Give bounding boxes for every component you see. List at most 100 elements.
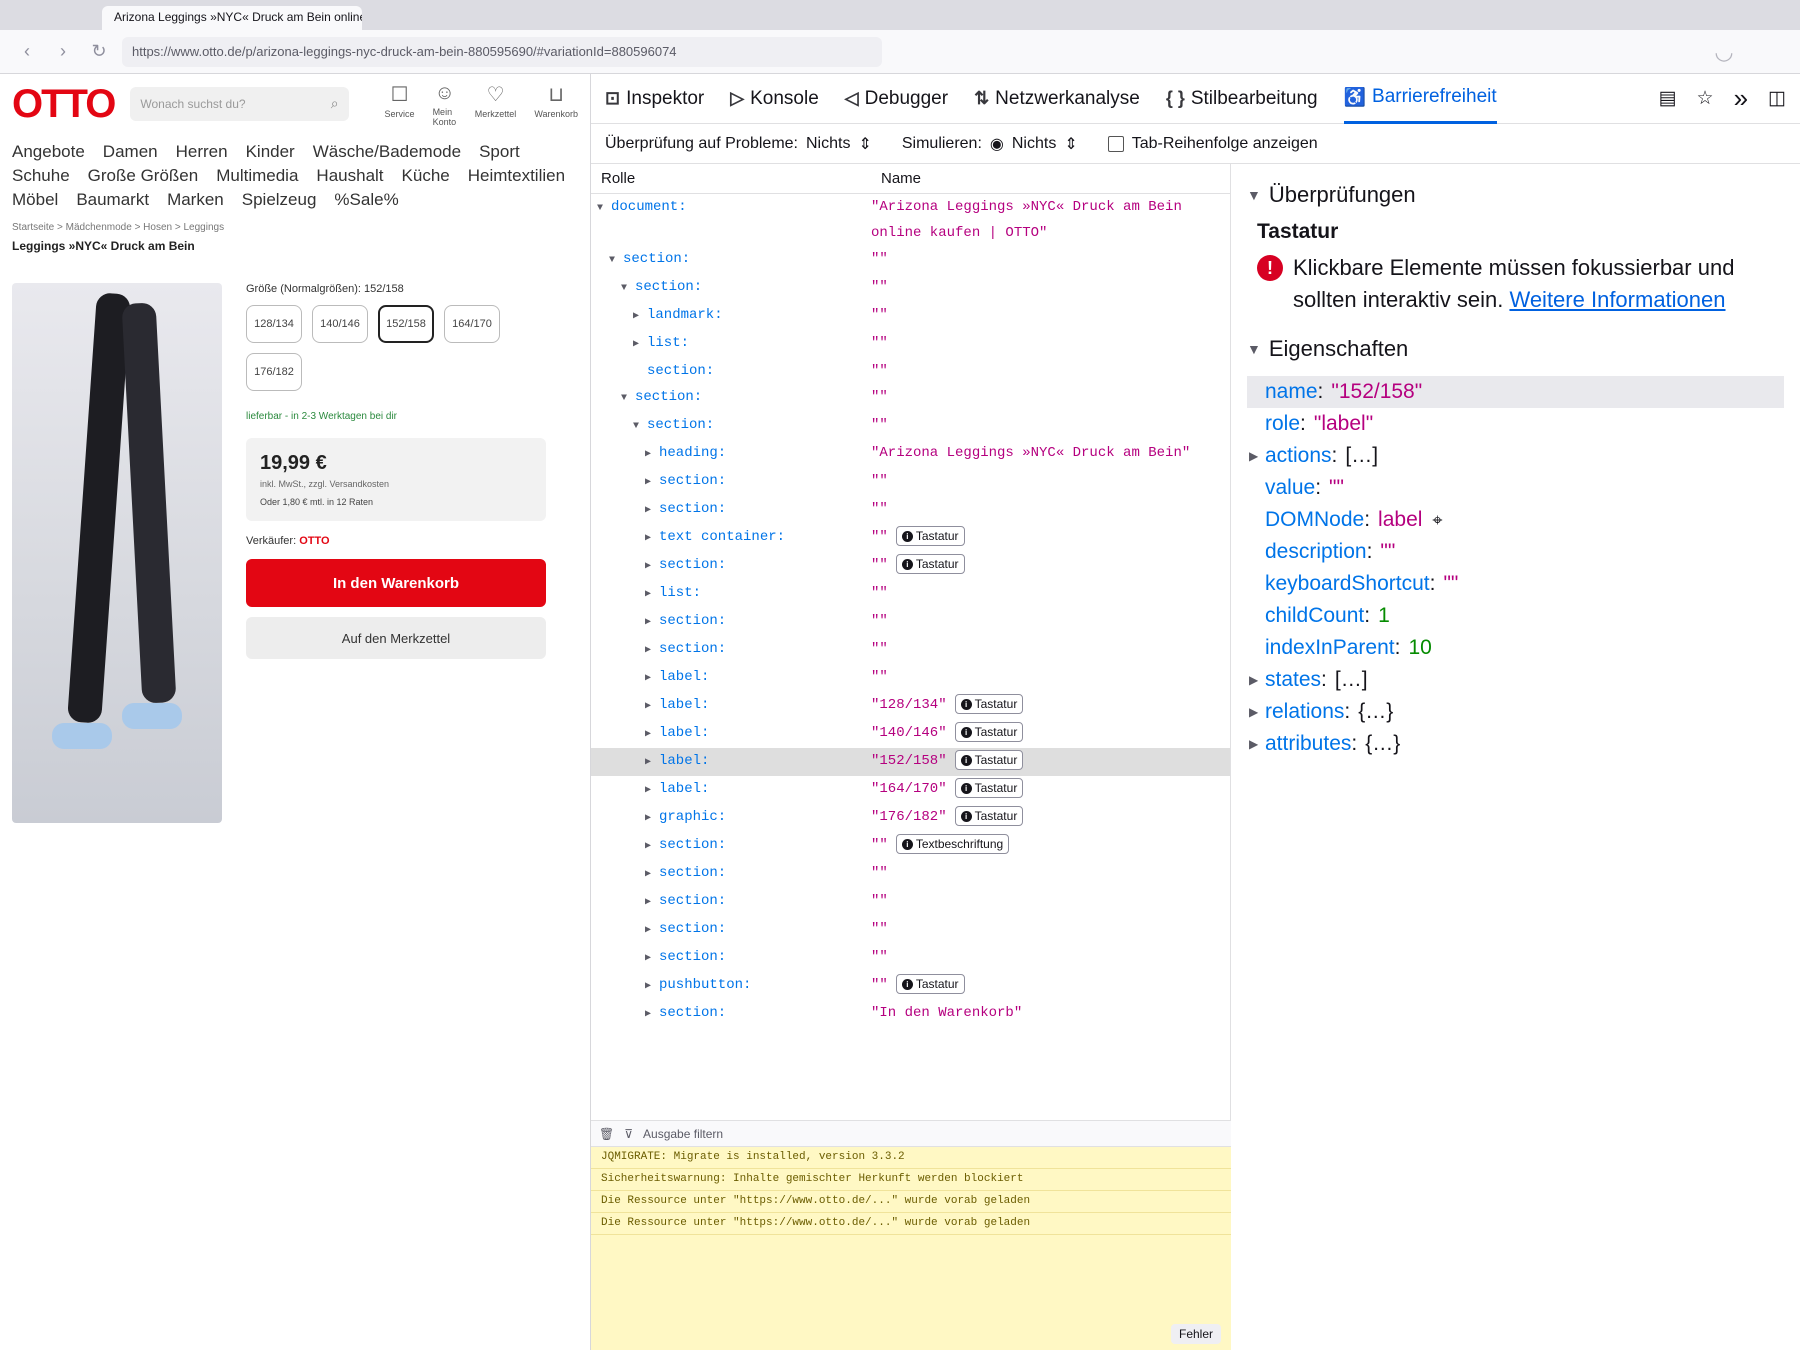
twisty-collapsed-icon[interactable]: ▶	[645, 666, 659, 692]
more-info-link[interactable]: Weitere Informationen	[1509, 287, 1725, 312]
twisty-collapsed-icon[interactable]: ▶	[633, 332, 647, 358]
console-message[interactable]: JQMIGRATE: Migrate is installed, version…	[591, 1147, 1231, 1169]
size-option[interactable]: 164/170	[444, 305, 500, 343]
property-description[interactable]: description: ""	[1247, 536, 1784, 568]
tree-row[interactable]: ▶ heading: "Arizona Leggings »NYC« Druck a…	[591, 440, 1230, 468]
nav-item[interactable]: Damen	[103, 142, 158, 162]
reader-view-icon[interactable]: ▤	[1659, 87, 1677, 110]
twisty-collapsed-icon[interactable]: ▶	[645, 470, 659, 496]
otto-header-account-button[interactable]: ☺ Mein Konto	[433, 82, 457, 127]
nav-item[interactable]: Kinder	[246, 142, 295, 162]
twisty-collapsed-icon[interactable]: ▶	[645, 442, 659, 468]
tree-row[interactable]: ▶ section: "" i Tastatur	[591, 552, 1230, 580]
tree-row[interactable]: ▶ label: "140/146" i Tastatur	[591, 720, 1230, 748]
tree-row[interactable]: ▶ section: "" i Textbeschriftung	[591, 832, 1230, 860]
tree-row[interactable]: ▶ section: ""	[591, 888, 1230, 916]
console-filter-input[interactable]: Ausgabe filtern	[643, 1127, 723, 1141]
nav-item[interactable]: Haushalt	[316, 166, 383, 186]
tab-debugger[interactable]: ◁ Debugger	[845, 74, 948, 124]
twisty-collapsed-icon[interactable]: ▶	[645, 806, 659, 832]
twisty-collapsed-icon[interactable]: ▶	[645, 610, 659, 636]
tree-row[interactable]: ▶ text container: "" i Tastatur	[591, 524, 1230, 552]
tree-row[interactable]: ▼ section: ""	[591, 246, 1230, 274]
property-actions[interactable]: ▶ actions: […]	[1247, 440, 1784, 472]
twisty-collapsed-icon[interactable]: ▶	[645, 638, 659, 664]
issue-badge[interactable]: i Tastatur	[954, 778, 1024, 799]
twisty-collapsed-icon[interactable]: ▶	[645, 694, 659, 720]
issue-badge[interactable]: i Tastatur	[895, 974, 965, 995]
twisty-collapsed-icon[interactable]: ▶	[645, 526, 659, 552]
twisty-collapsed-icon[interactable]: ▶	[645, 834, 659, 860]
tree-row[interactable]: ▶ label: ""	[591, 664, 1230, 692]
address-bar[interactable]: https://www.otto.de/p/arizona-leggings-n…	[122, 36, 882, 67]
nav-item[interactable]: Wäsche/Bademode	[313, 142, 461, 162]
twisty-collapsed-icon[interactable]: ▶	[645, 750, 659, 776]
console-message[interactable]: Die Ressource unter "https://www.otto.de…	[591, 1191, 1231, 1213]
property-childcount[interactable]: childCount:1	[1247, 600, 1784, 632]
tree-row[interactable]: ▶ section: ""	[591, 496, 1230, 524]
dock-layout-icon[interactable]: ◫	[1768, 87, 1786, 110]
console-message[interactable]: Sicherheitswarnung: Inhalte gemischter H…	[591, 1169, 1231, 1191]
size-option[interactable]: 152/158	[378, 305, 434, 343]
property-attributes[interactable]: ▶ attributes: {…}	[1247, 728, 1784, 760]
otto-header-service-button[interactable]: ☐ Service	[385, 82, 415, 127]
issue-badge[interactable]: i Tastatur	[954, 722, 1024, 743]
reload-icon[interactable]: ↻	[86, 39, 112, 65]
tree-row[interactable]: ▶ section: ""	[591, 636, 1230, 664]
tree-row[interactable]: ▶ section: ""	[591, 944, 1230, 972]
add-to-cart-button[interactable]: In den Warenkorb	[246, 559, 546, 607]
nav-item[interactable]: Sport	[479, 142, 520, 162]
twisty-collapsed-icon[interactable]: ▶	[645, 778, 659, 804]
twisty-collapsed-icon[interactable]: ▶	[645, 554, 659, 580]
breadcrumb[interactable]: Startseite > Mädchenmode > Hosen > Leggi…	[0, 218, 590, 237]
tree-row[interactable]: ▶ label: "128/134" i Tastatur	[591, 692, 1230, 720]
tree-row[interactable]: ▼ section: ""	[591, 412, 1230, 440]
product-image[interactable]	[12, 283, 222, 823]
tree-row[interactable]: ▶ graphic: "176/182" i Tastatur	[591, 804, 1230, 832]
nav-item[interactable]: Marken	[167, 190, 224, 210]
twisty-collapsed-icon[interactable]: ▶	[645, 890, 659, 916]
otto-logo[interactable]: OTTO	[12, 82, 116, 127]
twisty-collapsed-icon[interactable]: ▶	[1249, 440, 1258, 472]
twisty-collapsed-icon[interactable]: ▶	[645, 862, 659, 888]
console-message[interactable]: Die Ressource unter "https://www.otto.de…	[591, 1213, 1231, 1235]
tree-row[interactable]: ▶ landmark: ""	[591, 302, 1230, 330]
twisty-collapsed-icon[interactable]: ▶	[1249, 728, 1258, 760]
search-icon[interactable]: ⌕	[331, 95, 339, 112]
pocket-icon[interactable]: ◡	[1708, 36, 1740, 68]
tree-row[interactable]: ▶ label: "164/170" i Tastatur	[591, 776, 1230, 804]
tree-row[interactable]: ▼ document: "Arizona Leggings »NYC« Druck …	[591, 194, 1230, 246]
check-issues-select[interactable]: Überprüfung auf Probleme: Nichts ⇕	[605, 134, 872, 154]
property-role[interactable]: role: "label"	[1247, 408, 1784, 440]
size-option[interactable]: 128/134	[246, 305, 302, 343]
trash-icon[interactable]: 🗑	[599, 1127, 614, 1141]
tab-order-checkbox[interactable]	[1107, 135, 1124, 152]
select-node-icon[interactable]: ⌖	[1432, 504, 1442, 536]
nav-item[interactable]: Heimtextilien	[468, 166, 565, 186]
twisty-collapsed-icon[interactable]: ▶	[633, 304, 647, 330]
property-states[interactable]: ▶ states: […]	[1247, 664, 1784, 696]
property-keyboardshortcut[interactable]: keyboardShortcut: ""	[1247, 568, 1784, 600]
more-tabs-icon[interactable]: »	[1734, 83, 1748, 114]
tree-row[interactable]: ▶ section: ""	[591, 916, 1230, 944]
property-value[interactable]: value: ""	[1247, 472, 1784, 504]
back-icon[interactable]: ‹	[14, 39, 40, 65]
issue-badge[interactable]: i Textbeschriftung	[895, 834, 1010, 855]
tree-row[interactable]: ▶ section: ""	[591, 468, 1230, 496]
simulate-select[interactable]: Simulieren: ◉ Nichts ⇕	[902, 134, 1078, 154]
wishlist-button[interactable]: Auf den Merkzettel	[246, 617, 546, 659]
twisty-collapsed-icon[interactable]: ▶	[645, 582, 659, 608]
twisty-collapsed-icon[interactable]: ▶	[645, 1002, 659, 1028]
issue-badge[interactable]: i Tastatur	[895, 526, 965, 547]
property-indexinparent[interactable]: indexInParent:10	[1247, 632, 1784, 664]
twisty-collapsed-icon[interactable]: ▶	[645, 722, 659, 748]
property-name[interactable]: name: "152/158"	[1247, 376, 1784, 408]
nav-item[interactable]: Angebote	[12, 142, 85, 162]
twisty-expanded-icon[interactable]: ▼	[621, 276, 635, 302]
nav-item[interactable]: %Sale%	[334, 190, 398, 210]
otto-search-input[interactable]: Wonach suchst du? ⌕	[130, 87, 349, 121]
nav-item[interactable]: Schuhe	[12, 166, 70, 186]
tree-row[interactable]: ▶ label: "152/158" i Tastatur	[591, 748, 1230, 776]
tab-order-toggle[interactable]: Tab-Reihenfolge anzeigen	[1107, 135, 1318, 153]
twisty-collapsed-icon[interactable]: ▶	[645, 498, 659, 524]
